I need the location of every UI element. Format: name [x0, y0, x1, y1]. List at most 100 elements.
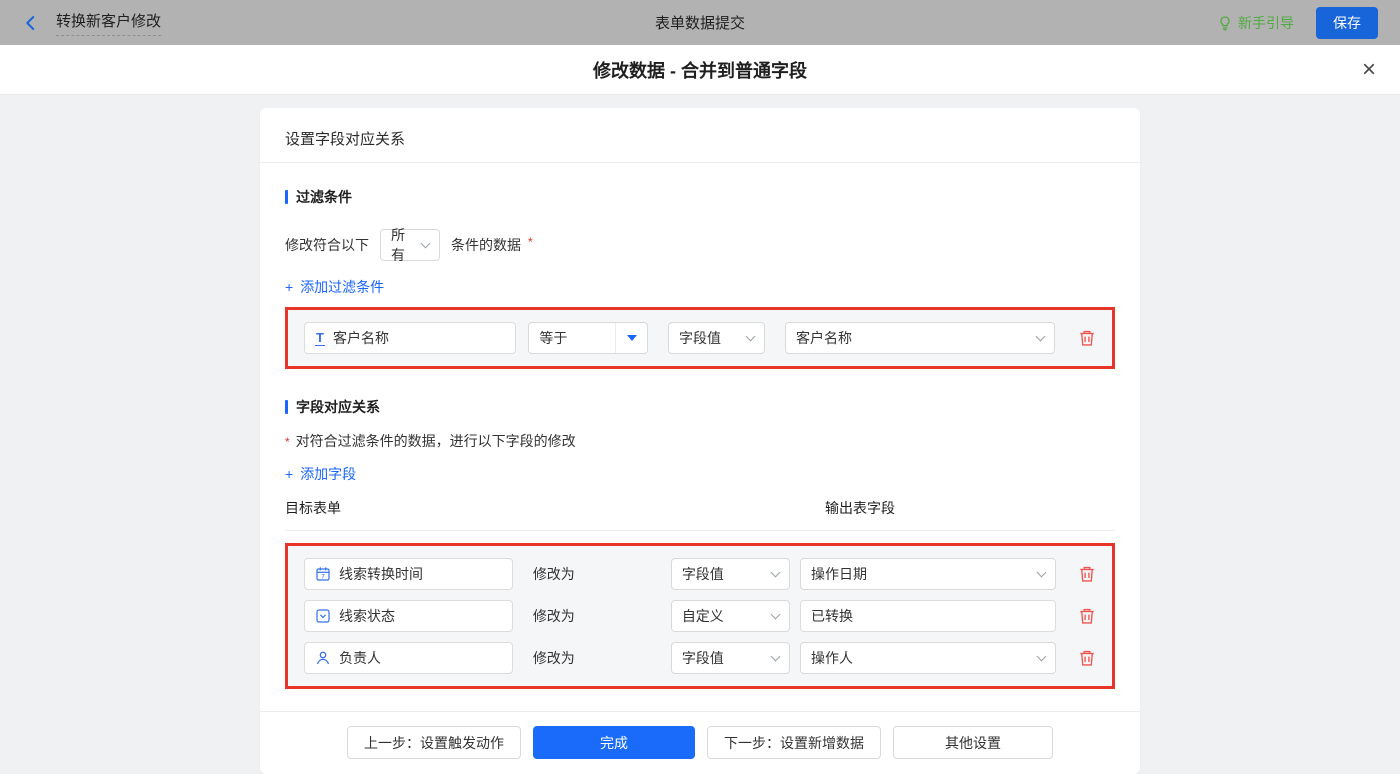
chevron-down-icon: [1036, 567, 1047, 577]
target-field-input[interactable]: 线索状态: [304, 600, 513, 632]
select-field-icon: [315, 608, 331, 624]
filter-section-title-text: 过滤条件: [296, 189, 352, 205]
delete-row-button[interactable]: [1078, 565, 1096, 583]
sentence-prefix: 修改符合以下: [285, 237, 369, 253]
modify-label: 修改为: [532, 650, 575, 666]
modal-title: 修改数据 - 合并到普通字段: [593, 60, 807, 81]
guide-label: 新手引导: [1238, 14, 1294, 31]
svg-text:7: 7: [321, 573, 325, 580]
match-mode-select[interactable]: 所有: [380, 227, 440, 263]
mapping-description-text: 对符合过滤条件的数据，进行以下字段的修改: [295, 433, 576, 449]
target-field-value: 负责人: [339, 650, 381, 666]
chevron-down-icon: [770, 567, 781, 577]
value-type: 自定义: [681, 608, 724, 624]
condition-row: T 客户名称 等于 字段值 客户名称: [304, 322, 1096, 354]
mapping-section-title-text: 字段对应关系: [296, 399, 380, 415]
value-type: 字段值: [681, 566, 724, 582]
add-filter-label: 添加过滤条件: [300, 279, 385, 295]
column-header-output: 输出表字段: [825, 500, 895, 516]
custom-value-input[interactable]: 已转换: [800, 600, 1056, 632]
lightbulb-icon: [1217, 15, 1233, 31]
chevron-down-icon: [745, 331, 756, 341]
prev-step-button[interactable]: 上一步：设置触发动作: [347, 726, 521, 759]
column-header-target: 目标表单: [285, 500, 341, 516]
column-headers: 目标表单 输出表字段: [285, 498, 1115, 531]
trash-icon: [1078, 607, 1096, 625]
output-field-value: 操作日期: [811, 566, 867, 582]
chevron-down-icon: [420, 238, 431, 248]
mapping-row: 7 线索转换时间 修改为 字段值 操作日期: [304, 558, 1096, 590]
filter-match-sentence: 修改符合以下 所有 条件的数据 *: [285, 227, 1115, 263]
mapping-row: 线索状态 修改为 自定义 已转换: [304, 600, 1096, 632]
value-type-select[interactable]: 字段值: [670, 642, 790, 674]
modify-label: 修改为: [532, 566, 575, 582]
save-button[interactable]: 保存: [1316, 6, 1378, 39]
other-settings-button[interactable]: 其他设置: [893, 726, 1053, 759]
flow-name[interactable]: 转换新客户修改: [56, 10, 162, 36]
mapping-row: 负责人 修改为 字段值 操作人: [304, 642, 1096, 674]
value-type-select[interactable]: 字段值: [670, 558, 790, 590]
output-field-value: 操作人: [811, 650, 853, 666]
value-type: 字段值: [681, 650, 724, 666]
person-icon: [315, 650, 331, 666]
target-field-value: 线索转换时间: [339, 566, 423, 582]
filter-section-title: 过滤条件: [285, 187, 1115, 207]
modify-label: 修改为: [532, 608, 575, 624]
trash-icon: [1078, 329, 1096, 347]
text-icon: T: [315, 329, 325, 346]
operator-value: 等于: [539, 330, 568, 346]
delete-row-button[interactable]: [1078, 649, 1096, 667]
mapping-highlight-box: 7 线索转换时间 修改为 字段值 操作日期 线索状态 修改为 自定义 已转换 负…: [285, 543, 1115, 689]
settings-card: 设置字段对应关系 过滤条件 修改符合以下 所有 条件的数据 * + 添加过滤条件: [260, 108, 1140, 774]
condition-field-value: 客户名称: [332, 330, 389, 346]
modal-header: 修改数据 - 合并到普通字段 ×: [0, 45, 1400, 95]
topbar: 转换新客户修改 表单数据提交 新手引导 保存: [0, 0, 1400, 45]
output-field-select[interactable]: 操作日期: [800, 558, 1056, 590]
close-icon[interactable]: ×: [1362, 57, 1376, 82]
add-field-label: 添加字段: [300, 466, 357, 482]
custom-value: 已转换: [811, 608, 853, 624]
trash-icon: [1078, 649, 1096, 667]
chevron-down-icon: [1036, 651, 1047, 661]
back-button[interactable]: [22, 14, 40, 32]
target-field-input[interactable]: 负责人: [304, 642, 513, 674]
operator-select[interactable]: 等于: [528, 322, 649, 354]
calendar-icon: 7: [315, 566, 331, 582]
add-field-link[interactable]: + 添加字段: [285, 464, 356, 484]
condition-value-select[interactable]: 客户名称: [785, 322, 1056, 354]
condition-field-input[interactable]: T 客户名称: [304, 322, 517, 354]
modal-footer: 上一步：设置触发动作 完成 下一步：设置新增数据 其他设置: [260, 711, 1140, 774]
delete-condition-button[interactable]: [1078, 329, 1096, 347]
back-icon: [22, 14, 40, 32]
trash-icon: [1078, 565, 1096, 583]
chevron-down-icon: [770, 651, 781, 661]
page-title: 表单数据提交: [654, 15, 745, 32]
section-bar: [285, 190, 288, 204]
add-filter-link[interactable]: + 添加过滤条件: [285, 277, 384, 297]
target-field-input[interactable]: 7 线索转换时间: [304, 558, 513, 590]
sentence-suffix: 条件的数据: [451, 237, 521, 253]
required-asterisk: *: [285, 435, 290, 449]
caret-down-icon: [626, 335, 637, 341]
section-bar: [285, 400, 288, 414]
modal-body: 设置字段对应关系 过滤条件 修改符合以下 所有 条件的数据 * + 添加过滤条件: [0, 95, 1400, 774]
next-step-button[interactable]: 下一步：设置新增数据: [707, 726, 881, 759]
condition-value-type: 字段值: [679, 330, 722, 346]
value-type-select[interactable]: 自定义: [670, 600, 790, 632]
required-asterisk: *: [528, 235, 533, 249]
plus-icon: +: [285, 279, 294, 295]
plus-icon: +: [285, 466, 294, 482]
output-field-select[interactable]: 操作人: [800, 642, 1056, 674]
filter-highlight-box: T 客户名称 等于 字段值 客户名称: [285, 307, 1115, 369]
target-field-value: 线索状态: [339, 608, 395, 624]
delete-row-button[interactable]: [1078, 607, 1096, 625]
condition-value-type-select[interactable]: 字段值: [668, 322, 765, 354]
mapping-section-title: 字段对应关系: [285, 397, 1115, 417]
guide-button[interactable]: 新手引导: [1217, 13, 1294, 33]
finish-button[interactable]: 完成: [533, 726, 695, 759]
chevron-down-icon: [1035, 331, 1046, 341]
card-title: 设置字段对应关系: [260, 108, 1140, 163]
mapping-description: * 对符合过滤条件的数据，进行以下字段的修改: [285, 431, 1115, 451]
chevron-down-icon: [770, 609, 781, 619]
condition-value: 客户名称: [796, 330, 852, 346]
